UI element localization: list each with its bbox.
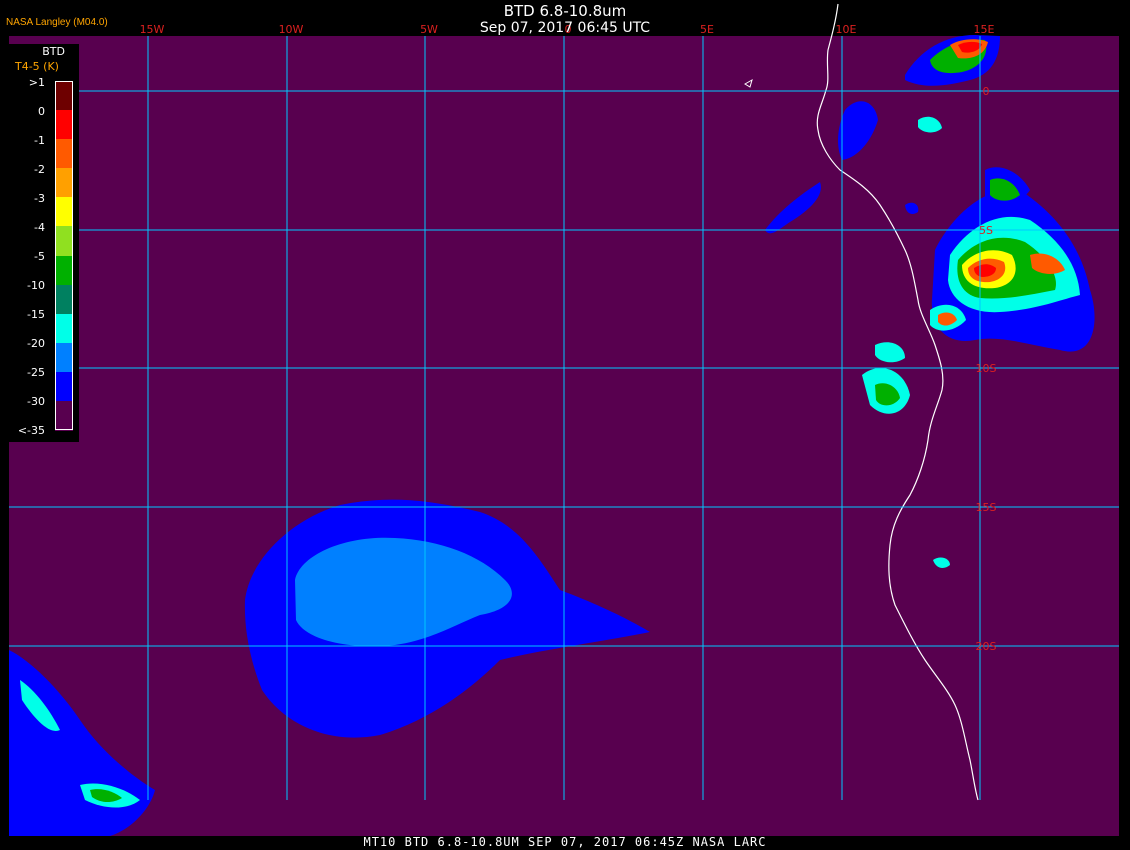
latitude-label: 20S — [976, 640, 997, 653]
legend-swatch — [55, 168, 73, 199]
satellite-image-frame: 15W 10W 5W 0 5E 10E 15E 0 5S 10S 15S 20S BTD 6.8-10… — [0, 0, 1130, 850]
source-label: NASA Langley (M04.0) — [6, 17, 108, 28]
legend-swatch — [55, 284, 73, 315]
legend-swatch — [55, 255, 73, 286]
legend-subtitle: T4-5 (K) — [15, 60, 59, 73]
legend-swatch — [55, 139, 73, 170]
latitude-label: 0 — [983, 85, 990, 98]
legend-label: -5 — [34, 250, 45, 263]
legend-label: >1 — [28, 76, 45, 89]
legend-label: -25 — [27, 366, 45, 379]
legend-swatch — [55, 342, 73, 373]
image-footer: MT10 BTD 6.8-10.8UM SEP 07, 2017 06:45Z … — [363, 835, 767, 849]
legend-label: -1 — [34, 134, 45, 147]
legend-label: -20 — [27, 337, 45, 350]
satellite-map: 15W 10W 5W 0 5E 10E 15E05S10S15S20S — [9, 3, 1119, 836]
legend-swatch — [55, 313, 73, 344]
image-timestamp: Sep 07, 2017 06:45 UTC — [479, 20, 651, 36]
latitude-label: 10S — [976, 362, 997, 375]
legend-swatch — [55, 197, 73, 228]
latitude-label: 5S — [979, 224, 993, 237]
image-title: BTD 6.8-10.8um — [503, 2, 627, 20]
legend-label: -15 — [27, 308, 45, 321]
legend-label: -30 — [27, 395, 45, 408]
legend-title: BTD — [42, 45, 65, 58]
legend-label: -3 — [34, 192, 45, 205]
legend-label: <-35 — [17, 424, 45, 437]
legend-label: -10 — [27, 279, 45, 292]
legend-swatch — [55, 371, 73, 402]
latitude-label: 15S — [976, 501, 997, 514]
legend-swatch — [55, 400, 73, 431]
legend-label: -4 — [34, 221, 45, 234]
legend-label: -2 — [34, 163, 45, 176]
legend-swatch — [55, 81, 73, 111]
legend-swatch — [55, 110, 73, 141]
legend-swatch — [55, 226, 73, 257]
legend-label: 0 — [38, 105, 45, 118]
color-legend: BTD T4-5 (K) >1 0 -1 -2 -3 -4 -5 -10 -15 -20 -25 -3… — [9, 44, 79, 442]
